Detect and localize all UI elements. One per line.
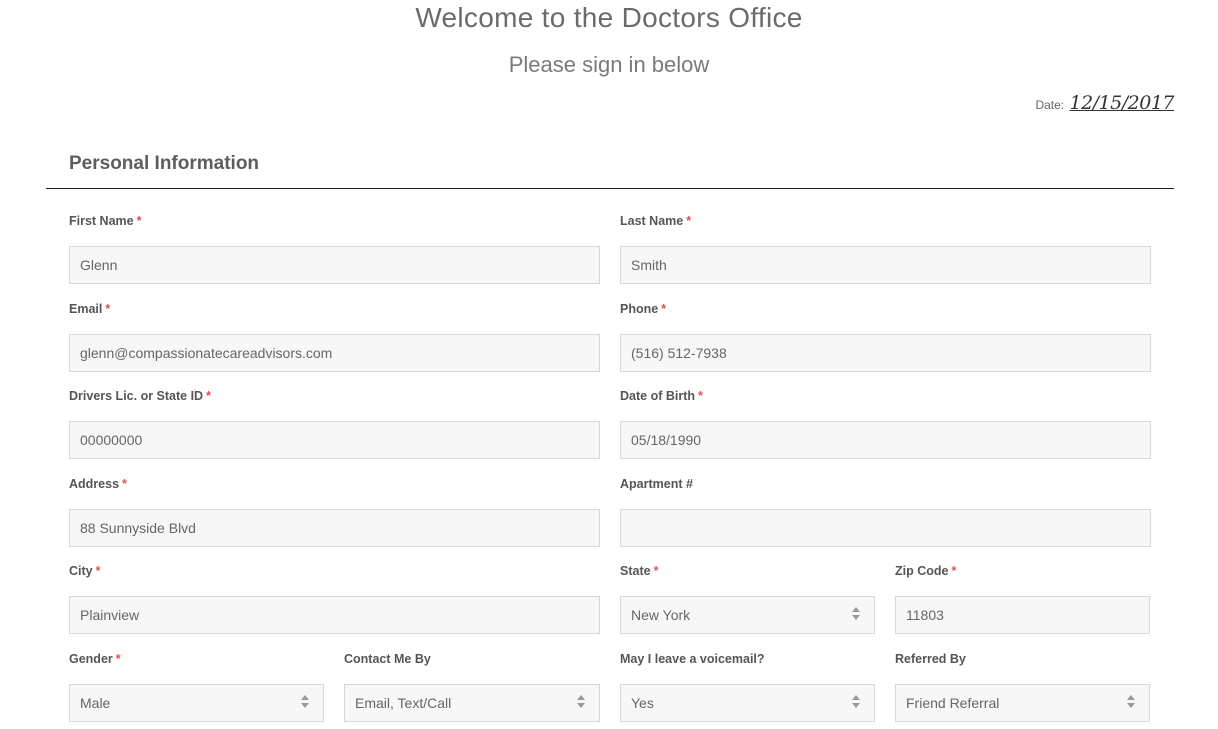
city-label: City *	[69, 564, 101, 578]
state-group: State * New York	[620, 564, 875, 634]
phone-input[interactable]: (516) 512-7938	[620, 334, 1151, 372]
required-marker: *	[661, 302, 667, 316]
drivers-lic-input[interactable]: 00000000	[69, 421, 600, 459]
address-label: Address *	[69, 477, 127, 491]
gender-group: Gender * Male	[69, 652, 324, 722]
required-marker: *	[686, 214, 692, 228]
state-label: State *	[620, 564, 659, 578]
dob-group: Date of Birth * 05/18/1990	[620, 389, 1151, 459]
zip-group: Zip Code * 11803	[895, 564, 1150, 634]
contact-group: Contact Me By Email, Text/Call	[344, 652, 600, 722]
section-title: Personal Information	[69, 153, 260, 174]
contact-select[interactable]: Email, Text/Call	[344, 684, 600, 722]
voicemail-label: May I leave a voicemail?	[620, 652, 765, 666]
voicemail-group: May I leave a voicemail? Yes	[620, 652, 875, 722]
phone-label: Phone *	[620, 302, 667, 316]
contact-label: Contact Me By	[344, 652, 431, 666]
first-name-label: First Name *	[69, 214, 142, 228]
voicemail-select[interactable]: Yes	[620, 684, 875, 722]
drivers-lic-group: Drivers Lic. or State ID * 00000000	[69, 389, 600, 459]
first-name-group: First Name * Glenn	[69, 214, 600, 284]
referred-select-value: Friend Referral	[906, 695, 1000, 711]
required-marker: *	[698, 389, 703, 403]
required-marker: *	[653, 564, 659, 578]
first-name-input[interactable]: Glenn	[69, 246, 600, 284]
referred-select[interactable]: Friend Referral	[895, 684, 1150, 722]
city-group: City * Plainview	[69, 564, 600, 634]
required-marker: *	[122, 477, 127, 491]
referred-group: Referred By Friend Referral	[895, 652, 1150, 722]
date-value: 12/15/2017	[1069, 92, 1174, 114]
select-arrows-icon	[301, 695, 309, 713]
section-divider	[46, 188, 1174, 189]
dob-label: Date of Birth *	[620, 389, 703, 403]
select-arrows-icon	[852, 607, 860, 625]
required-marker: *	[136, 214, 142, 228]
state-select[interactable]: New York	[620, 596, 875, 634]
last-name-label: Last Name *	[620, 214, 692, 228]
apartment-label: Apartment #	[620, 477, 693, 491]
dob-input[interactable]: 05/18/1990	[620, 421, 1151, 459]
email-input[interactable]: glenn@compassionatecareadvisors.com	[69, 334, 600, 372]
required-marker: *	[115, 652, 121, 666]
date-label: Date:	[1035, 98, 1065, 112]
required-marker: *	[206, 389, 211, 403]
state-select-value: New York	[631, 607, 691, 623]
phone-group: Phone * (516) 512-7938	[620, 302, 1151, 372]
voicemail-select-value: Yes	[631, 695, 654, 711]
page-title: Welcome to the Doctors Office	[415, 2, 803, 33]
select-arrows-icon	[852, 695, 860, 713]
apartment-group: Apartment #	[620, 477, 1151, 547]
apartment-input[interactable]	[620, 509, 1151, 547]
select-arrows-icon	[1127, 695, 1135, 713]
gender-label: Gender *	[69, 652, 121, 666]
zip-label: Zip Code *	[895, 564, 957, 578]
zip-input[interactable]: 11803	[895, 596, 1150, 634]
gender-select-value: Male	[80, 695, 111, 711]
select-arrows-icon	[577, 695, 585, 713]
email-label: Email *	[69, 302, 111, 316]
address-group: Address * 88 Sunnyside Blvd	[69, 477, 600, 547]
referred-label: Referred By	[895, 652, 966, 666]
city-input[interactable]: Plainview	[69, 596, 600, 634]
drivers-lic-label: Drivers Lic. or State ID *	[69, 389, 211, 403]
last-name-input[interactable]: Smith	[620, 246, 1151, 284]
last-name-group: Last Name * Smith	[620, 214, 1151, 284]
page-subtitle: Please sign in below	[508, 52, 710, 77]
gender-select[interactable]: Male	[69, 684, 324, 722]
required-marker: *	[95, 564, 101, 578]
address-input[interactable]: 88 Sunnyside Blvd	[69, 509, 600, 547]
required-marker: *	[105, 302, 111, 316]
required-marker: *	[951, 564, 957, 578]
date-display: Date: 12/15/2017	[1035, 92, 1174, 114]
email-group: Email * glenn@compassionatecareadvisors.c…	[69, 302, 600, 372]
contact-select-value: Email, Text/Call	[355, 695, 452, 711]
